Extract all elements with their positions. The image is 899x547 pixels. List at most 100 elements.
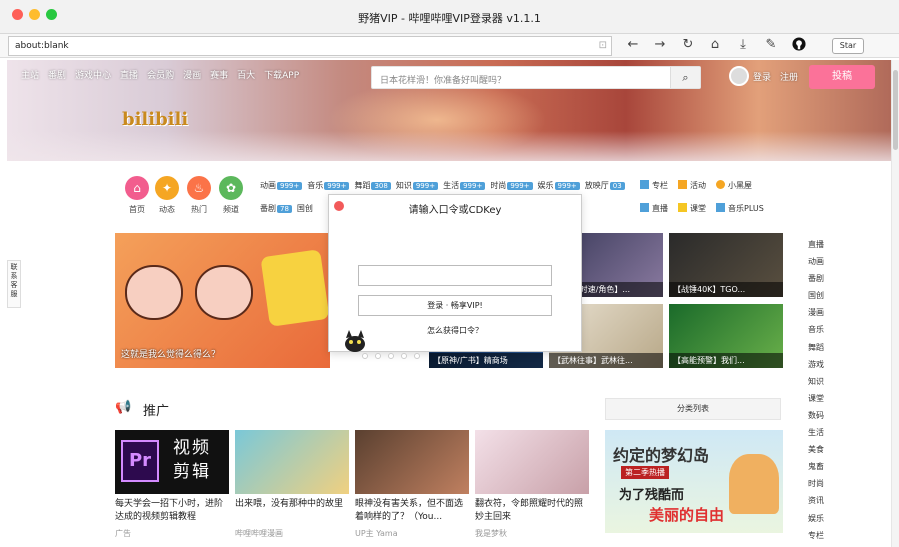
blackroom-icon <box>716 180 725 189</box>
category-item[interactable]: 知识 999+ <box>395 180 439 191</box>
carousel[interactable]: 这就是我么觉得么得么？ <box>115 233 330 368</box>
side-list-item[interactable]: 游戏 <box>801 356 831 373</box>
category-item[interactable]: 放映厅 03 <box>585 180 625 191</box>
right-link-label: 音乐PLUS <box>728 204 764 213</box>
nav-item-download-app[interactable]: 下载APP <box>264 68 299 81</box>
promo-card[interactable]: 翻衣符，令郎照耀时代的照妙主回来 我是梦秋 <box>475 430 589 539</box>
category-label: 知识 <box>395 181 412 190</box>
category-list-button[interactable]: 分类列表 <box>605 398 781 420</box>
scrollbar-thumb[interactable] <box>893 70 898 150</box>
side-list-item[interactable]: 专栏 <box>801 527 831 544</box>
side-list-item[interactable]: 舞蹈 <box>801 339 831 356</box>
circle-nav-channel[interactable]: ✿ 频道 <box>211 176 251 215</box>
upload-button[interactable]: 投稿 <box>809 65 875 89</box>
right-link-music-plus[interactable]: 音乐PLUS <box>716 203 764 214</box>
promo-card[interactable]: 出来喂，没有那种中的故里 哔哩哔哩漫画 <box>235 430 349 539</box>
edit-icon[interactable]: ✎ <box>762 37 780 52</box>
download-icon[interactable]: ⤓ <box>734 37 752 52</box>
right-link-class[interactable]: 课堂 <box>678 203 706 214</box>
side-list-item[interactable]: 番剧 <box>801 270 831 287</box>
category-count: 999+ <box>412 182 439 190</box>
forward-icon[interactable]: → <box>651 37 669 52</box>
page-action-icon[interactable]: ⊡ <box>599 40 607 51</box>
category-item[interactable]: 生活 999+ <box>443 180 486 191</box>
avatar[interactable] <box>729 66 749 86</box>
category-item[interactable]: 时尚 999+ <box>490 180 533 191</box>
nav-item-top100[interactable]: 百大 <box>237 68 255 81</box>
promo-thumb-text: 视频 剪辑 <box>173 438 211 482</box>
category-label: 时尚 <box>490 181 507 190</box>
nav-item-match[interactable]: 赛事 <box>210 68 228 81</box>
right-link-column[interactable]: 专栏 <box>640 180 668 191</box>
nav-item-main[interactable]: 主站 <box>21 68 39 81</box>
ad-subtitle: 第二季热播 <box>621 466 669 479</box>
promo-card-thumb: Pr 视频 剪辑 <box>115 430 229 494</box>
category-item[interactable]: 娱乐 999+ <box>538 180 580 191</box>
nav-item-anime[interactable]: 番剧 <box>48 68 66 81</box>
carousel-dots[interactable] <box>362 353 420 359</box>
login-vip-button[interactable]: 登录 · 畅享VIP! <box>358 295 552 316</box>
side-list-item[interactable]: 资讯 <box>801 492 831 509</box>
promo-card[interactable]: 眼神没有害关系，但不面选着响样的了？（You... UP主 Yama <box>355 430 469 539</box>
nav-item-games[interactable]: 游戏中心 <box>75 68 111 81</box>
flag-icon <box>678 180 687 189</box>
page-scrollbar[interactable] <box>891 60 899 547</box>
carousel-dot[interactable] <box>388 353 394 359</box>
promo-card-thumb <box>235 430 349 494</box>
side-list-item[interactable]: 美食 <box>801 441 831 458</box>
carousel-dot[interactable] <box>414 353 420 359</box>
nav-item-manga[interactable]: 漫画 <box>183 68 201 81</box>
nav-item-live[interactable]: 直播 <box>120 68 138 81</box>
ad-banner[interactable]: 约定的梦幻岛 第二季热播 为了残酷而 美丽的自由 <box>605 430 783 533</box>
right-link-blackroom[interactable]: 小黑屋 <box>716 180 752 191</box>
category-label: 动画 <box>260 181 276 190</box>
category-count: 999+ <box>324 182 350 190</box>
right-link-activity[interactable]: 活动 <box>678 180 706 191</box>
side-list-item[interactable]: 数码 <box>801 407 831 424</box>
category-item[interactable]: 音乐 999+ <box>307 180 350 191</box>
bilibili-logo[interactable]: bilibili <box>122 109 188 130</box>
side-list-item[interactable]: 娱乐 <box>801 510 831 527</box>
nav-item-shop[interactable]: 会员购 <box>147 68 174 81</box>
side-list-item[interactable]: 课堂 <box>801 390 831 407</box>
video-thumb[interactable]: 【战锤40K】TGO... <box>669 233 783 297</box>
cdkey-input[interactable] <box>358 265 552 286</box>
back-icon[interactable]: ← <box>624 37 642 52</box>
side-list-item[interactable]: 动画 <box>801 253 831 270</box>
carousel-dot[interactable] <box>401 353 407 359</box>
video-thumb-caption: 【战锤40K】TGO... <box>669 282 783 297</box>
side-list-item[interactable]: 时尚 <box>801 475 831 492</box>
carousel-dot[interactable] <box>362 353 368 359</box>
promo-card[interactable]: Pr 视频 剪辑 每天学会一招下小时，进阶达成的视频剪辑教程 广告 <box>115 430 229 539</box>
window-title: 野猪VIP - 哔哩哔哩VIP登录器 v1.1.1 <box>358 12 541 25</box>
contact-support-tab[interactable]: 联系客服 <box>7 260 21 308</box>
reload-icon[interactable]: ↻ <box>679 37 697 52</box>
home-icon[interactable]: ⌂ <box>706 37 724 52</box>
register-link[interactable]: 注册 <box>780 70 798 83</box>
window-titlebar: 野猪VIP - 哔哩哔哩VIP登录器 v1.1.1 <box>0 0 899 34</box>
side-list-item[interactable]: 音乐 <box>801 321 831 338</box>
category-item[interactable]: 舞蹈 308 <box>354 180 391 191</box>
side-list-item[interactable]: 鬼畜 <box>801 458 831 475</box>
search-input[interactable]: 日本花样滑！你准备好叫醒吗？ <box>380 73 506 86</box>
carousel-dot[interactable] <box>375 353 381 359</box>
side-list-item[interactable]: 国创 <box>801 287 831 304</box>
category-item[interactable]: 动画 999+ <box>260 180 303 191</box>
side-list-item[interactable]: 漫画 <box>801 304 831 321</box>
fire-icon: ♨ <box>187 176 211 200</box>
column-icon <box>640 180 649 189</box>
github-star-button[interactable]: Star <box>832 38 864 54</box>
search-icon[interactable]: ⌕ <box>670 67 700 88</box>
side-list-item[interactable]: 直播 <box>801 236 831 253</box>
home-icon: ⌂ <box>125 176 149 200</box>
category-item[interactable]: 国创 <box>297 203 313 214</box>
side-list-item[interactable]: 生活 <box>801 424 831 441</box>
login-link[interactable]: 登录 <box>753 70 771 83</box>
video-thumb[interactable]: 【高能预警】我们... <box>669 304 783 368</box>
right-link-live[interactable]: 直播 <box>640 203 668 214</box>
address-bar[interactable]: about:blank ⊡ <box>8 36 612 56</box>
side-list-item[interactable]: 知识 <box>801 373 831 390</box>
category-item[interactable]: 番剧 78 <box>260 203 292 214</box>
search-box[interactable]: 日本花样滑！你准备好叫醒吗？ ⌕ <box>371 66 701 89</box>
github-icon[interactable] <box>790 37 808 55</box>
